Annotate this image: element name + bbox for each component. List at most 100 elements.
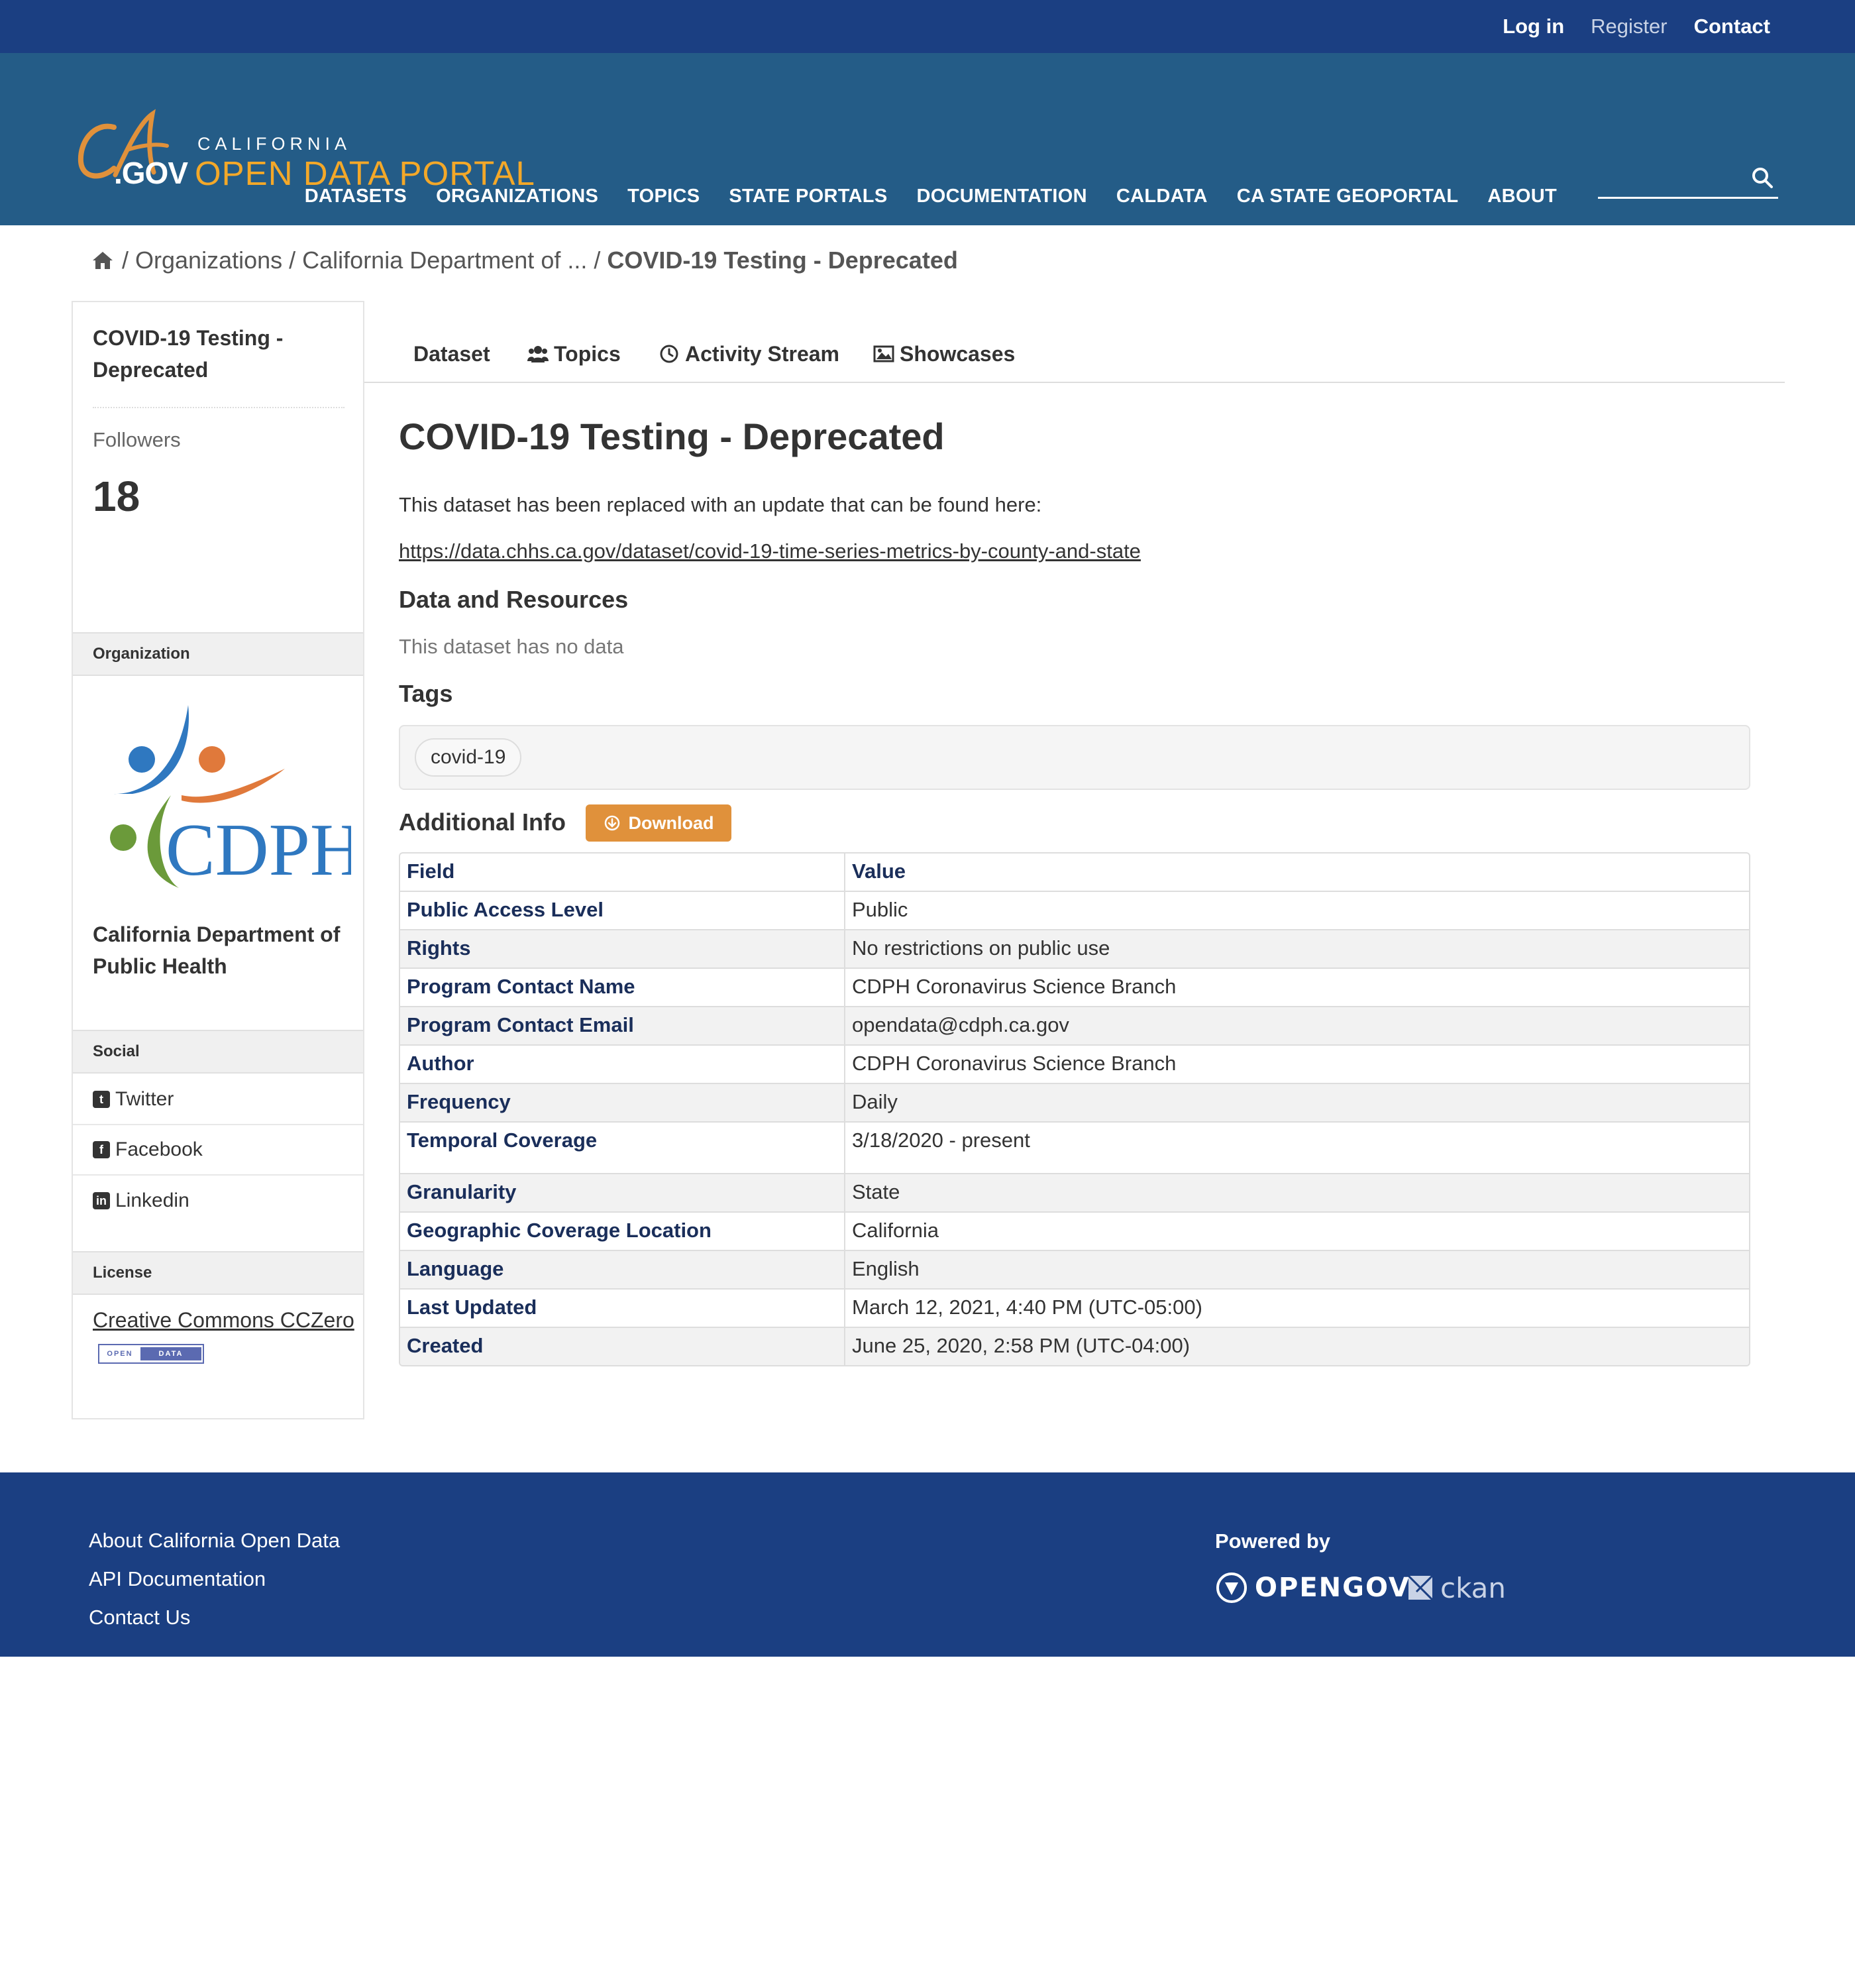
table-cell-field: Program Contact Name	[400, 969, 845, 1006]
download-label: Download	[628, 812, 714, 833]
table-cell-value: June 25, 2020, 2:58 PM (UTC-04:00)	[852, 1334, 1191, 1357]
tags-list: covid-19	[399, 725, 1750, 790]
tab-showcases[interactable]: Showcases	[873, 339, 1015, 368]
breadcrumb-organization[interactable]: California Department of ...	[302, 247, 587, 274]
breadcrumb: / Organizations / California Department …	[91, 247, 958, 274]
table-cell-value: CDPH Coronavirus Science Branch	[852, 1052, 1177, 1075]
opengov-logo[interactable]: OPENGOV	[1215, 1568, 1410, 1608]
additional-info-table: Field Value Public Access Level Public R…	[399, 852, 1750, 1366]
logo-gov-text: .GOV	[114, 156, 188, 190]
table-cell-field: Author	[400, 1046, 845, 1083]
contact-link[interactable]: Contact	[1694, 15, 1770, 38]
download-icon	[604, 815, 619, 831]
nav-organizations[interactable]: ORGANIZATIONS	[421, 186, 613, 207]
tag-item[interactable]: covid-19	[415, 738, 522, 777]
table-row: Geographic Coverage Location California	[400, 1211, 1749, 1250]
license-text[interactable]: Creative Commons CCZero	[93, 1308, 354, 1332]
social-label: Facebook	[115, 1138, 203, 1160]
footer: About California Open Data API Documenta…	[0, 1472, 1855, 1657]
twitter-icon: t	[93, 1091, 110, 1108]
table-row: Created June 25, 2020, 2:58 PM (UTC-04:0…	[400, 1327, 1749, 1365]
masthead: .GOV CALIFORNIA OPEN DATA PORTAL DATASET…	[0, 53, 1855, 225]
download-button[interactable]: Download	[586, 804, 731, 842]
opengov-text: OPENGOV	[1255, 1573, 1410, 1603]
social-twitter[interactable]: t Twitter	[73, 1075, 363, 1125]
nav-caldata[interactable]: CALDATA	[1102, 186, 1222, 207]
table-cell-value: California	[852, 1219, 939, 1242]
organization-name[interactable]: California Department of Public Health	[93, 918, 351, 982]
ckan-logo[interactable]: ckan	[1407, 1568, 1506, 1608]
users-icon	[527, 346, 549, 362]
nav-state-portals[interactable]: STATE PORTALS	[714, 186, 902, 207]
search-input[interactable]	[1598, 159, 1744, 195]
dataset-notes: This dataset has been replaced with an u…	[399, 493, 1042, 516]
nav-datasets[interactable]: DATASETS	[290, 186, 421, 207]
table-cell-value: Public	[852, 898, 908, 921]
tab-label: Showcases	[900, 341, 1016, 366]
nav-documentation[interactable]: DOCUMENTATION	[902, 186, 1101, 207]
logo-state-text: CALIFORNIA	[197, 134, 352, 154]
nav-topics[interactable]: TOPICS	[613, 186, 714, 207]
divider	[93, 407, 344, 408]
replacement-dataset-link[interactable]: https://data.chhs.ca.gov/dataset/covid-1…	[399, 539, 1141, 563]
nav-search	[1598, 159, 1778, 199]
footer-api-docs-link[interactable]: API Documentation	[89, 1567, 340, 1592]
nav-about[interactable]: ABOUT	[1473, 186, 1571, 207]
table-row: Temporal Coverage 3/18/2020 - present	[400, 1121, 1749, 1173]
table-row: Language English	[400, 1250, 1749, 1288]
register-link[interactable]: Register	[1591, 15, 1667, 38]
home-icon[interactable]	[91, 250, 114, 271]
table-cell-field: Created	[400, 1328, 845, 1365]
table-cell-field: Geographic Coverage Location	[400, 1213, 845, 1250]
breadcrumb-separator: /	[594, 247, 601, 274]
breadcrumb-separator: /	[289, 247, 296, 274]
table-cell-field: Program Contact Email	[400, 1007, 845, 1044]
table-row: Rights No restrictions on public use	[400, 929, 1749, 967]
sidebar: COVID-19 Testing - Deprecated Followers …	[72, 301, 364, 1419]
table-header-value: Value	[852, 859, 906, 883]
resources-heading: Data and Resources	[399, 586, 629, 613]
image-icon	[873, 345, 894, 362]
table-header-field: Field	[400, 854, 845, 891]
tags-heading: Tags	[399, 680, 453, 707]
tab-dataset[interactable]: Dataset	[413, 339, 490, 368]
table-cell-value: English	[852, 1257, 920, 1280]
search-icon[interactable]	[1750, 166, 1774, 190]
table-row: Frequency Daily	[400, 1083, 1749, 1121]
cdph-logo-icon[interactable]: CDPH	[93, 696, 351, 895]
license-link[interactable]: Creative Commons CCZero OPEN DATA	[93, 1304, 358, 1368]
footer-about-link[interactable]: About California Open Data	[89, 1528, 340, 1553]
table-cell-value: March 12, 2021, 4:40 PM (UTC-05:00)	[852, 1296, 1202, 1319]
clock-icon	[660, 345, 678, 363]
open-data-badge-right: DATA	[140, 1347, 201, 1360]
license-heading: License	[73, 1251, 363, 1295]
sidebar-dataset-title: COVID-19 Testing - Deprecated	[93, 326, 284, 382]
table-cell-value: State	[852, 1180, 900, 1203]
tab-label: Topics	[554, 341, 621, 366]
tab-label: Dataset	[413, 341, 490, 366]
footer-contact-link[interactable]: Contact Us	[89, 1605, 340, 1630]
breadcrumb-organizations[interactable]: Organizations	[135, 247, 282, 274]
account-bar: Log in Register Contact	[0, 0, 1855, 53]
nav-ca-state-geoportal[interactable]: CA STATE GEOPORTAL	[1222, 186, 1473, 207]
table-row: Program Contact Email opendata@cdph.ca.g…	[400, 1006, 1749, 1044]
account-links: Log in Register Contact	[1503, 0, 1770, 53]
social-facebook[interactable]: f Facebook	[73, 1125, 363, 1176]
table-cell-field: Granularity	[400, 1174, 845, 1211]
powered-by-label: Powered by	[1215, 1529, 1330, 1553]
table-cell-value: 3/18/2020 - present	[852, 1129, 1030, 1152]
tab-activity-stream[interactable]: Activity Stream	[659, 339, 839, 368]
tab-topics[interactable]: Topics	[527, 339, 621, 368]
footer-links: About California Open Data API Documenta…	[89, 1528, 340, 1630]
table-cell-value: Daily	[852, 1090, 898, 1113]
open-data-badge[interactable]: OPEN DATA	[98, 1343, 204, 1364]
social-linkedin[interactable]: in Linkedin	[73, 1176, 363, 1226]
table-row: Last Updated March 12, 2021, 4:40 PM (UT…	[400, 1288, 1749, 1327]
table-row: Author CDPH Coronavirus Science Branch	[400, 1044, 1749, 1083]
no-data-message: This dataset has no data	[399, 635, 624, 658]
breadcrumb-current[interactable]: COVID-19 Testing - Deprecated	[607, 247, 957, 274]
svg-text:CDPH: CDPH	[166, 809, 351, 891]
breadcrumb-separator: /	[122, 247, 129, 274]
login-link[interactable]: Log in	[1503, 15, 1564, 38]
ckan-icon	[1407, 1574, 1434, 1601]
